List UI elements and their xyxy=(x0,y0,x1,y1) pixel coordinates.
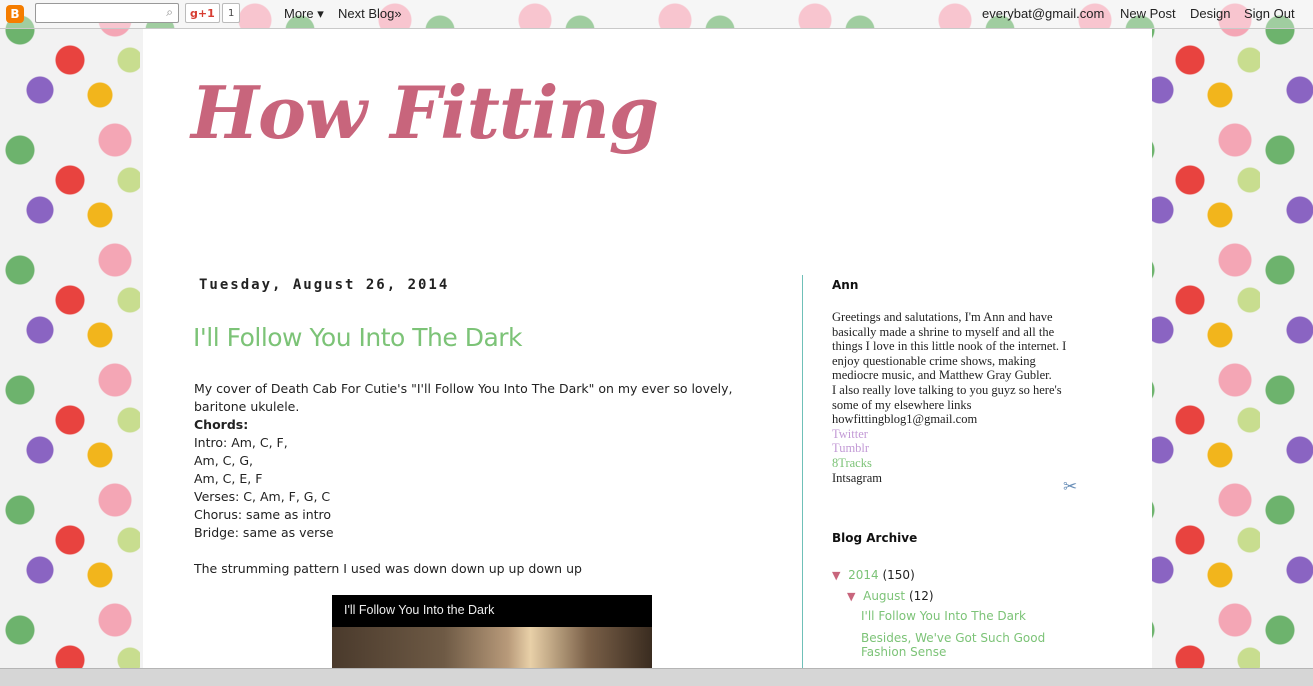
expand-toggle-icon[interactable]: ▼ xyxy=(832,569,840,582)
post-date: Tuesday, August 26, 2014 xyxy=(199,277,450,293)
column-divider xyxy=(802,275,803,675)
twitter-link[interactable]: Twitter xyxy=(832,427,1092,442)
chord-line: Bridge: same as verse xyxy=(194,525,334,540)
archive-month-count: (12) xyxy=(908,589,934,603)
next-blog-link[interactable]: Next Blog» xyxy=(338,6,402,21)
post-body: My cover of Death Cab For Cutie's "I'll … xyxy=(194,380,764,578)
video-embed[interactable]: I'll Follow You Into the Dark xyxy=(332,595,652,675)
blogger-navbar: B ⌕ g+1 1 More ▾ Next Blog» everybat@gma… xyxy=(0,0,1313,29)
archive-month-row: ▼ August (12) xyxy=(832,586,1112,607)
strumming-pattern: The strumming pattern I used was down do… xyxy=(194,561,582,576)
about-line: mediocre music, and Matthew Gray Gubler. xyxy=(832,368,1052,383)
blog-title[interactable]: How Fitting xyxy=(191,77,659,149)
more-menu[interactable]: More ▾ xyxy=(284,6,324,22)
google-plus-count: 1 xyxy=(222,3,241,23)
google-plus-button[interactable]: g+1 xyxy=(185,3,220,23)
search-icon[interactable]: ⌕ xyxy=(166,5,173,20)
blog-content-panel: How Fitting Tuesday, August 26, 2014 I'l… xyxy=(143,29,1152,675)
chords-heading: Chords: xyxy=(194,417,249,432)
archive-post-link[interactable]: I'll Follow You Into The Dark xyxy=(861,609,1112,623)
sign-out-link[interactable]: Sign Out xyxy=(1244,6,1295,21)
post-intro: My cover of Death Cab For Cutie's "I'll … xyxy=(194,381,733,414)
design-link[interactable]: Design xyxy=(1190,6,1230,21)
user-email[interactable]: everybat@gmail.com xyxy=(982,6,1104,21)
search-box: ⌕ xyxy=(35,3,179,23)
chord-line: Verses: C, Am, F, G, C xyxy=(194,489,331,504)
horizontal-scrollbar[interactable] xyxy=(0,668,1313,686)
blog-archive: ▼ 2014 (150) ▼ August (12) I'll Follow Y… xyxy=(832,565,1112,659)
archive-post-link[interactable]: Besides, We've Got Such Good Fashion Sen… xyxy=(861,631,1091,659)
post-title[interactable]: I'll Follow You Into The Dark xyxy=(193,323,523,352)
about-line: basically made a shrine to myself and al… xyxy=(832,324,1055,339)
about-line: some of my elsewhere links xyxy=(832,397,972,412)
tumblr-link[interactable]: Tumblr xyxy=(832,441,1092,456)
video-title[interactable]: I'll Follow You Into the Dark xyxy=(344,603,494,617)
about-line: I also really love talking to you guyz s… xyxy=(832,382,1062,397)
about-line: enjoy questionable crime shows, making xyxy=(832,353,1036,368)
about-line: things I love in this little nook of the… xyxy=(832,339,1067,354)
about-heading: Ann xyxy=(832,278,859,292)
blogger-logo-icon[interactable]: B xyxy=(6,5,24,23)
instagram-text: Intsagram xyxy=(832,470,882,485)
about-widget: Greetings and salutations, I'm Ann and h… xyxy=(832,310,1092,485)
about-line: Greetings and salutations, I'm Ann and h… xyxy=(832,310,1053,324)
archive-heading: Blog Archive xyxy=(832,531,918,545)
8tracks-link[interactable]: 8Tracks xyxy=(832,456,1092,471)
chord-line: Chorus: same as intro xyxy=(194,507,332,522)
chord-line: Am, C, G, xyxy=(194,453,254,468)
chord-line: Intro: Am, C, F, xyxy=(194,435,288,450)
archive-year-count: (150) xyxy=(882,568,915,582)
search-input[interactable] xyxy=(38,5,160,23)
archive-post-list: I'll Follow You Into The Dark Besides, W… xyxy=(832,609,1112,659)
chord-line: Am, C, E, F xyxy=(194,471,263,486)
contact-email: howfittingblog1@gmail.com xyxy=(832,412,978,427)
archive-month-link[interactable]: August xyxy=(863,589,905,603)
archive-year-row: ▼ 2014 (150) xyxy=(832,565,1112,586)
expand-toggle-icon[interactable]: ▼ xyxy=(847,590,855,603)
archive-year-link[interactable]: 2014 xyxy=(848,568,879,582)
new-post-link[interactable]: New Post xyxy=(1120,6,1176,21)
edit-widget-icon[interactable]: ✂ xyxy=(1063,477,1077,497)
